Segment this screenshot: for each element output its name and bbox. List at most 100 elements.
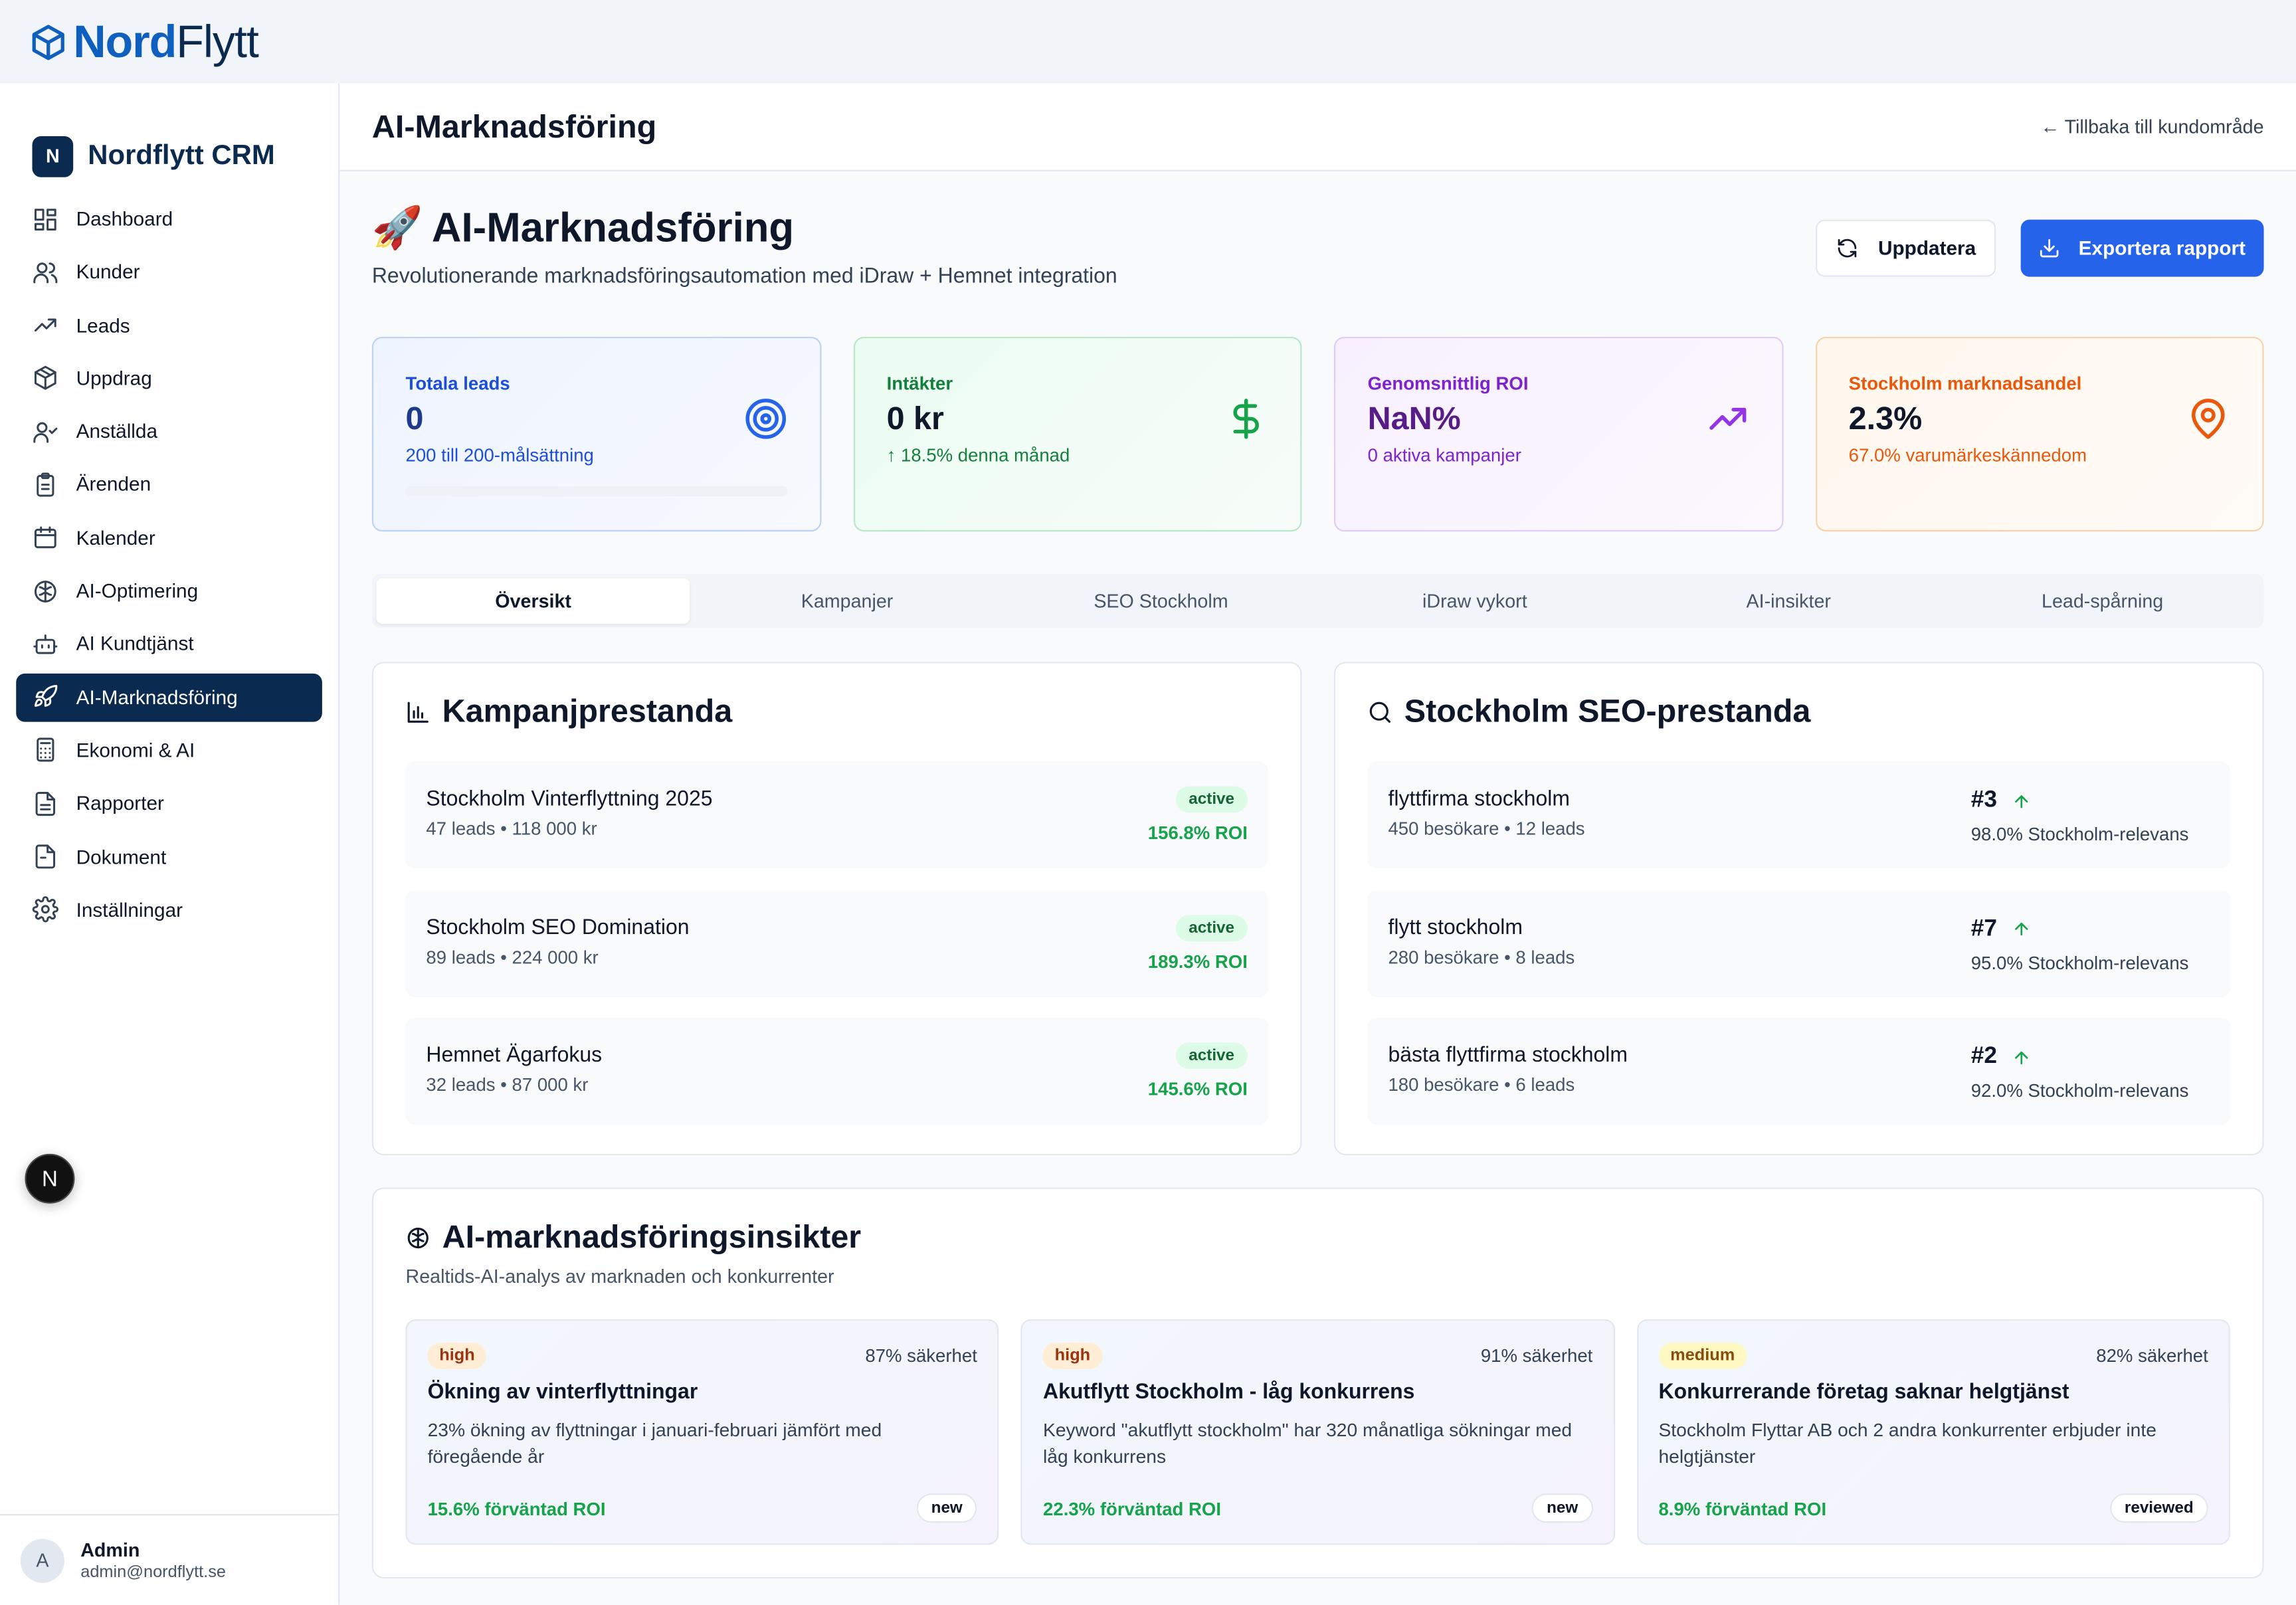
keyword-name: bästa flyttfirma stockholm bbox=[1388, 1044, 1628, 1068]
campaign-row[interactable]: Stockholm SEO Domination 89 leads • 224 … bbox=[405, 889, 1268, 996]
keyword-name: flyttfirma stockholm bbox=[1388, 787, 1571, 812]
sidebar-item-label: Leads bbox=[76, 314, 130, 337]
campaign-roi: 145.6% ROI bbox=[1147, 1079, 1248, 1100]
bar-chart-icon bbox=[407, 701, 429, 722]
stat-card-avg-roi: Genomsnittlig ROI NaN% 0 aktiva kampanje… bbox=[1333, 336, 1783, 532]
insight-card[interactable]: high 87% säkerhet Ökning av vinterflyttn… bbox=[405, 1319, 999, 1545]
tab-ai-insikter[interactable]: AI-insikter bbox=[1632, 579, 1945, 624]
insight-description: 23% ökning av flyttningar i januari-febr… bbox=[427, 1418, 882, 1467]
sidebar-item-label: Dokument bbox=[76, 846, 167, 868]
dashboard-icon bbox=[34, 208, 56, 230]
status-badge: active bbox=[1175, 786, 1248, 813]
sidebar: N Nordflytt CRM Dashboard Kunder Leads U… bbox=[0, 83, 340, 1605]
crm-logo: N bbox=[32, 135, 74, 177]
sidebar-item-ai-kundtjanst[interactable]: AI Kundtjänst bbox=[16, 620, 322, 668]
insight-card[interactable]: high 91% säkerhet Akutflytt Stockholm - … bbox=[1020, 1319, 1615, 1545]
sidebar-item-rapporter[interactable]: Rapporter bbox=[16, 779, 322, 828]
stat-value: 0 kr bbox=[886, 399, 944, 436]
avatar: A bbox=[20, 1538, 64, 1582]
sidebar-item-label: AI Kundtjänst bbox=[76, 632, 194, 656]
insight-cards: high 87% säkerhet Ökning av vinterflyttn… bbox=[405, 1319, 2230, 1545]
sidebar-item-ai-marknadsforing[interactable]: AI-Marknadsföring bbox=[16, 673, 322, 721]
sidebar-item-ai-optimering[interactable]: AI-Optimering bbox=[16, 567, 322, 615]
brand-logo[interactable]: NordFlytt bbox=[29, 19, 259, 64]
dollar-icon bbox=[1224, 397, 1268, 440]
crm-title: Nordflytt CRM bbox=[88, 140, 275, 171]
sidebar-item-anstallda[interactable]: Anställda bbox=[16, 407, 322, 456]
seo-keyword-row[interactable]: bästa flyttfirma stockholm 180 besökare … bbox=[1367, 1017, 2230, 1125]
priority-badge: high bbox=[427, 1343, 487, 1369]
file-text-icon bbox=[35, 791, 56, 816]
sidebar-item-kalender[interactable]: Kalender bbox=[16, 514, 322, 562]
stat-label: Genomsnittlig ROI bbox=[1367, 373, 1529, 394]
refresh-button-label: Uppdatera bbox=[1877, 237, 1976, 260]
back-link[interactable]: ← Tillbaka till kundområde bbox=[2040, 116, 2263, 138]
hero-section: 🚀 AI-Marknadsföring Revolutionerande mar… bbox=[372, 171, 2264, 335]
priority-badge: medium bbox=[1658, 1343, 1747, 1369]
download-icon bbox=[2040, 238, 2059, 258]
stat-subtext: 200 till 200-målsättning bbox=[405, 445, 594, 466]
calendar-icon bbox=[34, 527, 56, 549]
stat-label: Totala leads bbox=[405, 373, 510, 394]
stat-value: NaN% bbox=[1367, 399, 1461, 436]
insight-card[interactable]: medium 82% säkerhet Konkurrerande företa… bbox=[1636, 1319, 2230, 1545]
sidebar-header: N Nordflytt CRM bbox=[0, 84, 338, 195]
stats-row: Totala leads 0 200 till 200-målsättning … bbox=[371, 336, 2264, 532]
map-pin-icon bbox=[2186, 397, 2230, 440]
tab-kampanjer[interactable]: Kampanjer bbox=[690, 579, 1004, 624]
refresh-button[interactable]: Uppdatera bbox=[1816, 219, 1996, 277]
page-header: AI-Marknadsföring ← Tillbaka till kundom… bbox=[339, 83, 2296, 171]
keyword-rank: #3 bbox=[1971, 788, 2031, 814]
sidebar-item-label: AI-Marknadsföring bbox=[76, 686, 238, 709]
sidebar-item-dokument[interactable]: Dokument bbox=[16, 832, 322, 881]
sidebar-item-arenden[interactable]: Ärenden bbox=[16, 460, 322, 509]
tab-idraw-vykort[interactable]: iDraw vykort bbox=[1318, 579, 1632, 624]
target-icon bbox=[743, 397, 787, 440]
rocket-icon: 🚀 bbox=[371, 205, 423, 250]
sidebar-item-label: Inställningar bbox=[76, 899, 183, 921]
sidebar-item-installningar[interactable]: Inställningar bbox=[16, 886, 322, 934]
campaign-performance-panel: Kampanjprestanda Stockholm Vinterflyttni… bbox=[371, 662, 1302, 1156]
stat-subtext: 67.0% varumärkeskännedom bbox=[1848, 445, 2087, 466]
tab-bar: Översikt Kampanjer SEO Stockholm iDraw v… bbox=[371, 574, 2264, 628]
campaign-name: Hemnet Ägarfokus bbox=[426, 1044, 603, 1068]
insight-status-badge: new bbox=[916, 1493, 977, 1523]
sidebar-item-leads[interactable]: Leads bbox=[16, 301, 322, 349]
brain-icon bbox=[407, 1226, 429, 1248]
sidebar-item-dashboard[interactable]: Dashboard bbox=[16, 195, 322, 243]
expected-roi: 22.3% förväntad ROI bbox=[1043, 1499, 1222, 1520]
arrow-up-icon bbox=[2014, 922, 2028, 936]
leads-progress-bar bbox=[405, 486, 787, 497]
search-icon bbox=[1369, 701, 1390, 722]
hero-title: 🚀 AI-Marknadsföring bbox=[372, 203, 794, 252]
stat-label: Stockholm marknadsandel bbox=[1848, 373, 2082, 394]
campaign-row[interactable]: Hemnet Ägarfokus 32 leads • 87 000 kr ac… bbox=[405, 1017, 1268, 1125]
sidebar-item-uppdrag[interactable]: Uppdrag bbox=[16, 354, 322, 403]
overview-panels: Kampanjprestanda Stockholm Vinterflyttni… bbox=[371, 662, 2264, 1156]
user-profile[interactable]: A Admin admin@nordflytt.se bbox=[0, 1514, 339, 1605]
tab-oversikt[interactable]: Översikt bbox=[376, 578, 690, 624]
panel-title: AI-marknadsföringsinsikter bbox=[406, 1218, 2230, 1256]
hero-title-text: AI-Marknadsföring bbox=[431, 204, 795, 250]
seo-keyword-row[interactable]: flyttfirma stockholm 450 besökare • 12 l… bbox=[1367, 761, 2230, 869]
keyword-relevance: 92.0% Stockholm-relevans bbox=[1970, 1080, 2189, 1101]
seo-keyword-row[interactable]: flytt stockholm 280 besökare • 8 leads #… bbox=[1367, 889, 2230, 996]
export-report-button[interactable]: Exportera rapport bbox=[2020, 219, 2264, 277]
insight-title: Ökning av vinterflyttningar bbox=[427, 1380, 698, 1404]
campaign-row[interactable]: Stockholm Vinterflyttning 2025 47 leads … bbox=[405, 761, 1268, 869]
trending-up-icon bbox=[1705, 397, 1749, 440]
seo-keyword-list: flyttfirma stockholm 450 besökare • 12 l… bbox=[1367, 761, 2230, 1125]
confidence-label: 82% säkerhet bbox=[2096, 1345, 2208, 1367]
sidebar-item-ekonomi[interactable]: Ekonomi & AI bbox=[16, 726, 322, 775]
tab-seo-stockholm[interactable]: SEO Stockholm bbox=[1004, 579, 1317, 624]
confidence-label: 91% säkerhet bbox=[1480, 1345, 1593, 1367]
rocket-icon bbox=[34, 685, 58, 708]
arrow-up-icon bbox=[2014, 794, 2028, 808]
sidebar-item-kunder[interactable]: Kunder bbox=[16, 248, 322, 296]
insight-description: Stockholm Flyttar AB och 2 andra konkurr… bbox=[1658, 1418, 2156, 1467]
stat-label: Intäkter bbox=[886, 373, 953, 394]
next-devtools-badge[interactable]: N bbox=[25, 1153, 75, 1204]
sidebar-item-label: Rapporter bbox=[76, 793, 164, 815]
tab-lead-sparning[interactable]: Lead-spårning bbox=[1945, 579, 2259, 624]
stat-card-total-leads: Totala leads 0 200 till 200-målsättning bbox=[371, 336, 821, 532]
